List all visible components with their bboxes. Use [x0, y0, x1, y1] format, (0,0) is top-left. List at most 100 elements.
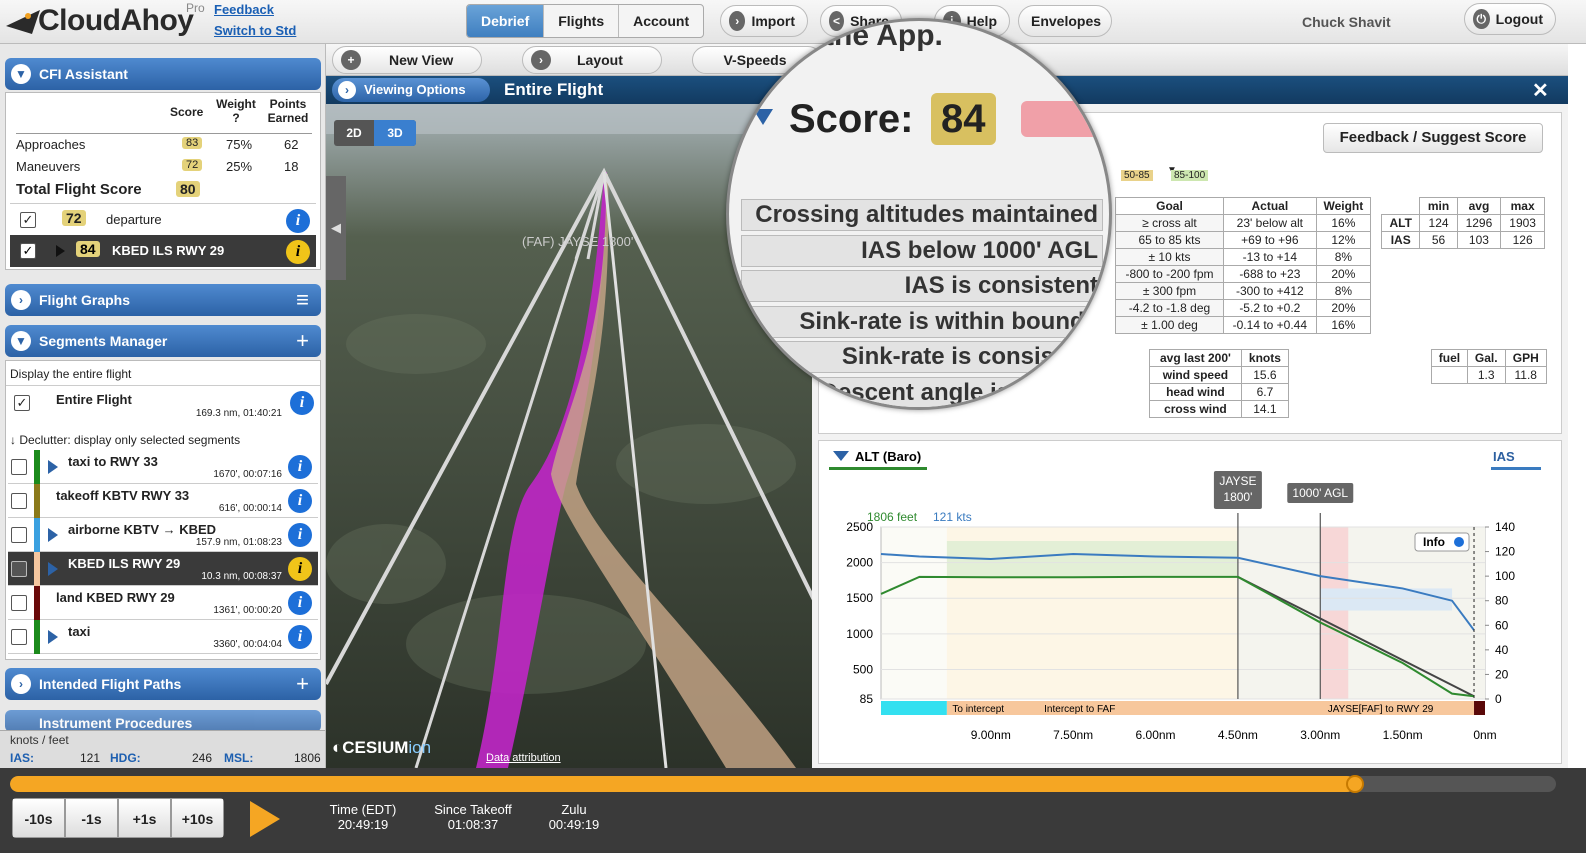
segment-row[interactable]: takeoff KBTV RWY 33 616', 00:00:14 i: [8, 484, 318, 518]
feedback-suggest-button[interactable]: Feedback / Suggest Score: [1323, 123, 1543, 153]
data-attribution-link[interactable]: Data attribution: [486, 752, 561, 764]
checkbox[interactable]: [11, 629, 27, 645]
info-icon[interactable]: i: [290, 391, 314, 415]
step-fwd-10s-button[interactable]: +10s: [171, 798, 224, 838]
cfi-item-departure[interactable]: ✓ 72 departure i: [10, 203, 316, 235]
triangle-right-icon[interactable]: [48, 630, 58, 644]
since-value: 01:08:37: [447, 817, 499, 832]
checkbox[interactable]: [11, 493, 27, 509]
cesium-logo[interactable]: ◐CESIUMion: [332, 738, 431, 758]
mode-3d-button[interactable]: 3D: [374, 120, 416, 146]
timeline-handle[interactable]: [1346, 775, 1365, 793]
import-button[interactable]: › Import: [720, 5, 808, 37]
alt-readout: 1806 feet: [867, 510, 918, 524]
alt-ias-chart[interactable]: ALT (Baro) IAS250020001500100050085140120…: [819, 441, 1563, 765]
logout-button[interactable]: ⏻ Logout: [1464, 3, 1556, 35]
play-icon[interactable]: [250, 801, 280, 837]
triangle-right-icon[interactable]: [48, 460, 58, 474]
add-icon[interactable]: +: [296, 325, 309, 357]
segment-bar-land[interactable]: [1474, 701, 1485, 715]
switch-std-link[interactable]: Switch to Std: [214, 23, 296, 38]
segment-row[interactable]: airborne KBTV → KBED 157.9 nm, 01:08:23 i: [8, 518, 318, 552]
checkbox-checked[interactable]: ✓: [14, 395, 30, 411]
segment-row[interactable]: land KBED RWY 29 1361', 00:00:20 i: [8, 586, 318, 620]
checkbox[interactable]: [11, 561, 27, 577]
brand-logo[interactable]: CloudAhoy: [38, 4, 194, 38]
triangle-right-icon[interactable]: [48, 562, 58, 576]
cfi-assistant-header[interactable]: ▼ CFI Assistant: [5, 58, 321, 90]
timeline-track[interactable]: [10, 776, 1556, 792]
mode-2d-button[interactable]: 2D: [334, 120, 374, 146]
segment-bar-taxi[interactable]: [881, 701, 947, 715]
collapse-triangle-icon[interactable]: [833, 451, 849, 461]
info-icon[interactable]: i: [288, 557, 312, 581]
row-weight: 25%: [226, 159, 253, 174]
criteria-cell: -688 to +23: [1222, 265, 1317, 283]
tab-account[interactable]: Account: [619, 5, 703, 37]
segment-color-bar: [34, 484, 40, 518]
info-icon[interactable]: i: [286, 240, 310, 264]
feedback-link[interactable]: Feedback: [214, 2, 274, 17]
checkbox[interactable]: [11, 595, 27, 611]
criteria-cell: 23' below alt: [1222, 214, 1317, 232]
power-icon: ⏻: [1473, 9, 1490, 29]
step-back-1s-button[interactable]: -1s: [65, 798, 118, 838]
fuel-empty: [1431, 366, 1468, 384]
info-icon[interactable]: i: [288, 625, 312, 649]
display-entire-label: Display the entire flight: [10, 367, 132, 381]
triangle-right-icon[interactable]: [48, 528, 58, 542]
checkbox-checked[interactable]: ✓: [20, 212, 36, 228]
tab-debrief[interactable]: Debrief: [467, 5, 545, 37]
score-value-badge: 84: [931, 93, 996, 145]
tab-flights[interactable]: Flights: [544, 5, 620, 37]
menu-icon[interactable]: ≡: [296, 284, 309, 316]
segment-row[interactable]: taxi to RWY 33 1670', 00:07:16 i: [8, 450, 318, 484]
instrument-procedures-header[interactable]: Instrument Procedures: [5, 710, 321, 732]
cfi-item-ils[interactable]: ✓ 84 KBED ILS RWY 29 i: [10, 235, 316, 267]
fuel-gal: 1.3: [1466, 366, 1506, 384]
cfi-row-maneuvers: Maneuvers 72 25% 18: [16, 159, 312, 179]
chevron-down-icon: ▼: [11, 331, 31, 351]
step-back-10s-button[interactable]: -10s: [12, 798, 65, 838]
new-view-button[interactable]: + New View: [332, 46, 482, 74]
col-max: max: [1500, 197, 1545, 215]
help-circle-icon[interactable]: ?: [232, 111, 239, 125]
pro-label: Pro: [186, 1, 205, 15]
declutter-row[interactable]: ↓ Declutter: display only selected segme…: [10, 433, 240, 447]
cfi-title: CFI Assistant: [39, 66, 128, 82]
wind-row: wind speed 15.6: [1149, 366, 1290, 384]
wind-label: cross wind: [1149, 400, 1242, 418]
add-icon[interactable]: +: [296, 668, 309, 700]
layout-button[interactable]: › Layout: [522, 46, 662, 74]
segment-name: takeoff KBTV RWY 33: [56, 488, 190, 503]
criteria-cell: -13 to +14: [1222, 248, 1317, 266]
triangle-right-icon[interactable]: [56, 245, 65, 257]
segments-manager-header[interactable]: ▼ Segments Manager +: [5, 325, 321, 357]
envelopes-button[interactable]: Envelopes: [1018, 5, 1112, 37]
step-fwd-1s-button[interactable]: +1s: [118, 798, 171, 838]
criteria-cell: +69 to +96: [1222, 231, 1317, 249]
info-icon[interactable]: i: [288, 523, 312, 547]
flight-graphs-header[interactable]: › Flight Graphs ≡: [5, 284, 321, 316]
info-icon[interactable]: i: [288, 591, 312, 615]
collapse-panel-tab[interactable]: ◀: [326, 176, 346, 280]
envelopes-label: Envelopes: [1031, 13, 1102, 29]
criteria-cell: 12%: [1315, 231, 1372, 249]
close-icon[interactable]: ✕: [1532, 78, 1549, 103]
info-icon[interactable]: i: [286, 209, 310, 233]
info-icon[interactable]: i: [288, 489, 312, 513]
entire-flight-row[interactable]: ✓ Entire Flight 169.3 nm, 01:40:21 i: [6, 385, 320, 423]
checkbox-checked[interactable]: ✓: [20, 243, 36, 259]
weight-label: Weight: [216, 97, 256, 111]
segment-color-bar: [34, 450, 40, 484]
checkbox[interactable]: [11, 459, 27, 475]
segment-row[interactable]: KBED ILS RWY 29 10.3 nm, 00:08:37 i: [8, 552, 318, 586]
criteria-cell: 8%: [1315, 248, 1372, 266]
segment-row[interactable]: taxi 3360', 00:04:04 i: [8, 620, 318, 654]
magnified-criterion: Descent angle is correct: [741, 376, 1103, 407]
info-icon[interactable]: i: [288, 455, 312, 479]
score-scale: 50-85 ▼ 85-100: [1109, 165, 1239, 185]
viewing-options-button[interactable]: › Viewing Options: [332, 78, 490, 102]
checkbox[interactable]: [11, 527, 27, 543]
intended-paths-header[interactable]: › Intended Flight Paths +: [5, 668, 321, 700]
